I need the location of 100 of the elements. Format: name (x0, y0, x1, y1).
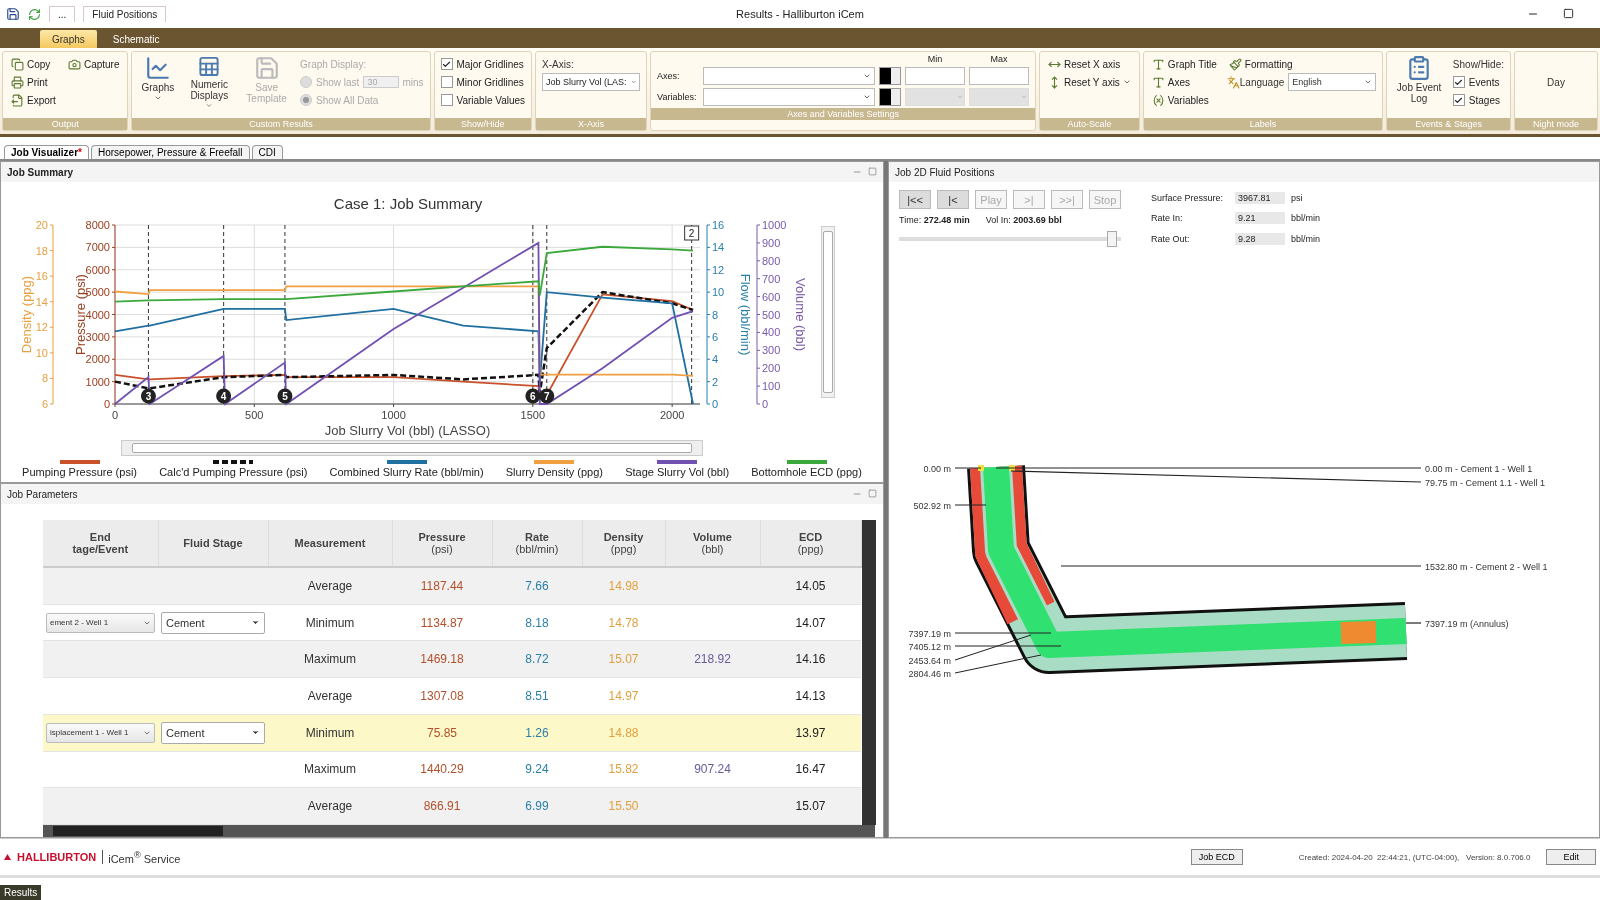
event-marker: 6 (525, 388, 541, 404)
window-title: Results - Halliburton iCem (736, 8, 864, 20)
legend-label: Slurry Density (ppg) (505, 466, 603, 478)
tick-label: 12 (35, 321, 48, 334)
tick-label: 700 (762, 272, 781, 285)
tick-label: 0 (111, 409, 119, 421)
ribbon-button[interactable]: Export (9, 91, 58, 109)
legend-label: Calc'd Pumping Pressure (psi) (159, 466, 308, 478)
table-row[interactable]: Average 866.91 6.99 15.50 15.07 (43, 787, 861, 825)
ribbon-button[interactable]: Print (9, 73, 58, 91)
fluid-select[interactable]: Cement (161, 721, 265, 744)
table-row[interactable]: Average 1187.44 7.66 14.98 14.05 (43, 567, 861, 605)
annotation: 6 (530, 391, 537, 402)
table-row[interactable]: Maximum 1440.29 9.24 15.82 907.24 16.47 (43, 751, 861, 788)
column-header[interactable]: End tage/Event (43, 520, 158, 567)
annotation: 5 (282, 391, 289, 402)
table-row[interactable]: Average 1307.08 8.51 14.97 14.13 (43, 677, 861, 715)
x-axis-select[interactable]: Job Slurry Vol (LAS: (542, 73, 641, 91)
job-ecd-button[interactable]: Job ECD (1190, 849, 1243, 865)
checkbox-label: Major Gridlines (456, 58, 524, 70)
panel-title: Job Parameters (7, 488, 78, 500)
stage-select[interactable]: isplacement 1 - Well 1 (46, 722, 155, 743)
ribbon-button[interactable]: Variables (1149, 91, 1219, 109)
column-header[interactable]: Density (ppg) (582, 520, 665, 567)
readout-label: Surface Pressure: (1151, 193, 1225, 204)
depth-label: 7405.12 m (908, 642, 951, 652)
status-tab[interactable]: Results (0, 885, 42, 900)
ribbon-button[interactable]: Graph Title (1149, 55, 1219, 73)
checkbox-label: Events (1468, 76, 1500, 88)
ribbon-tab[interactable]: Graphs (40, 30, 97, 48)
table-cell: 9.24 (492, 751, 582, 788)
column-header[interactable]: Pressure (psi) (392, 520, 492, 567)
axis-title: Job Slurry Vol (bbl) (LASSO) (324, 423, 491, 438)
table-cell: 1469.18 (392, 640, 492, 678)
edit-button[interactable]: Edit (1546, 849, 1596, 865)
table-row[interactable]: isplacement 1 - Well 1 Cement Minimum 75.85 1.26 14.88 13.97 (43, 714, 861, 752)
unit-label: mins (402, 76, 424, 88)
quick-access-button[interactable]: ... (49, 6, 76, 22)
ribbon-large-button[interactable]: Numeric Displays (185, 55, 234, 109)
playback-button[interactable]: |< (937, 190, 969, 209)
column-label: Max (989, 54, 1009, 64)
document-tab[interactable]: Job Visualizer* (4, 145, 89, 159)
legend-label: Pumping Pressure (psi) (22, 466, 137, 478)
column-header[interactable]: Measurement (268, 520, 392, 567)
fluid-label: 7397.19 m (Annulus) (1425, 619, 1509, 629)
table-cell: 8.18 (492, 604, 582, 641)
table-cell: 14.97 (582, 677, 665, 715)
field-label: Variables: (657, 92, 698, 102)
group-title: Events & Stages (1387, 118, 1510, 130)
event-marker: 2 (684, 225, 700, 241)
unit-label: psi (1291, 193, 1304, 204)
table-cell: Minimum (268, 604, 392, 641)
ribbon-tab[interactable]: Schematic (100, 30, 172, 48)
tick-label: 12 (712, 263, 725, 276)
ribbon-label: X-Axis: (542, 57, 575, 72)
ribbon-large-button[interactable]: Job Event Log (1393, 55, 1445, 109)
night-mode-button[interactable]: Day (1521, 55, 1591, 109)
document-tab[interactable]: CDI (251, 145, 283, 159)
table-cell: 1134.87 (392, 604, 492, 641)
language-select[interactable]: English (1288, 73, 1377, 91)
ribbon-button[interactable]: Reset Y axis (1046, 73, 1133, 91)
table-row[interactable]: Maximum 1469.18 8.72 15.07 218.92 14.16 (43, 640, 861, 678)
tick-label: 1000 (762, 219, 787, 231)
stage-select[interactable]: ement 2 - Well 1 (46, 612, 155, 633)
table-row[interactable]: ement 2 - Well 1 Cement Minimum 1134.87 8.18 14.78 14.07 (43, 604, 861, 641)
fluid-label: 0.00 m - Cement 1 - Well 1 (1425, 464, 1533, 474)
volume-reading: Vol In: 2003.69 bbl (985, 215, 1062, 225)
legend-label: Bottomhole ECD (ppg) (751, 466, 862, 478)
table-cell: 13.97 (760, 714, 861, 752)
table-cell: 8.72 (492, 640, 582, 678)
legend-label: Combined Slurry Rate (bbl/min) (329, 466, 484, 478)
quick-access-tab[interactable]: Fluid Positions (83, 6, 167, 22)
column-header[interactable]: Volume (bbl) (665, 520, 760, 567)
tick-label: 16 (35, 270, 48, 283)
table-cell: Average (268, 787, 392, 825)
ribbon-button[interactable]: Copy (9, 55, 58, 73)
column-header[interactable]: ECD (ppg) (760, 520, 861, 567)
column-header[interactable]: Rate (bbl/min) (492, 520, 582, 567)
tick-label: 8 (712, 308, 719, 321)
ribbon-button[interactable]: Capture (65, 55, 122, 73)
depth-label: 2453.64 m (908, 656, 951, 666)
readout-label: Rate In: (1151, 213, 1184, 224)
fluid-select[interactable]: Cement (161, 611, 265, 634)
playback-button[interactable]: |<< (899, 190, 931, 209)
readout-label: Rate Out: (1151, 233, 1191, 244)
tick-label: 100 (762, 380, 781, 393)
time-reading: Time: 272.48 min (899, 215, 970, 225)
annotation: 7 (544, 391, 550, 402)
tick-label: 8 (41, 372, 48, 385)
version-info: Created: 2024-04-20 22:44:21, (UTC-04:00), Version: 8.0.706.0 (1298, 852, 1531, 862)
group-title: Night mode (1515, 118, 1597, 130)
event-marker: 5 (277, 388, 293, 404)
column-header[interactable]: Fluid Stage (158, 520, 268, 567)
ribbon-button[interactable]: Formatting (1226, 55, 1377, 73)
annotation: 2 (688, 228, 695, 239)
ribbon-large-button[interactable]: Graphs (138, 55, 178, 109)
ribbon-button[interactable]: Axes (1149, 73, 1219, 91)
ribbon-button[interactable]: Reset X axis (1046, 55, 1133, 73)
table-cell: 14.13 (760, 677, 861, 715)
document-tab[interactable]: Horsepower, Pressure & Freefall (91, 145, 250, 159)
